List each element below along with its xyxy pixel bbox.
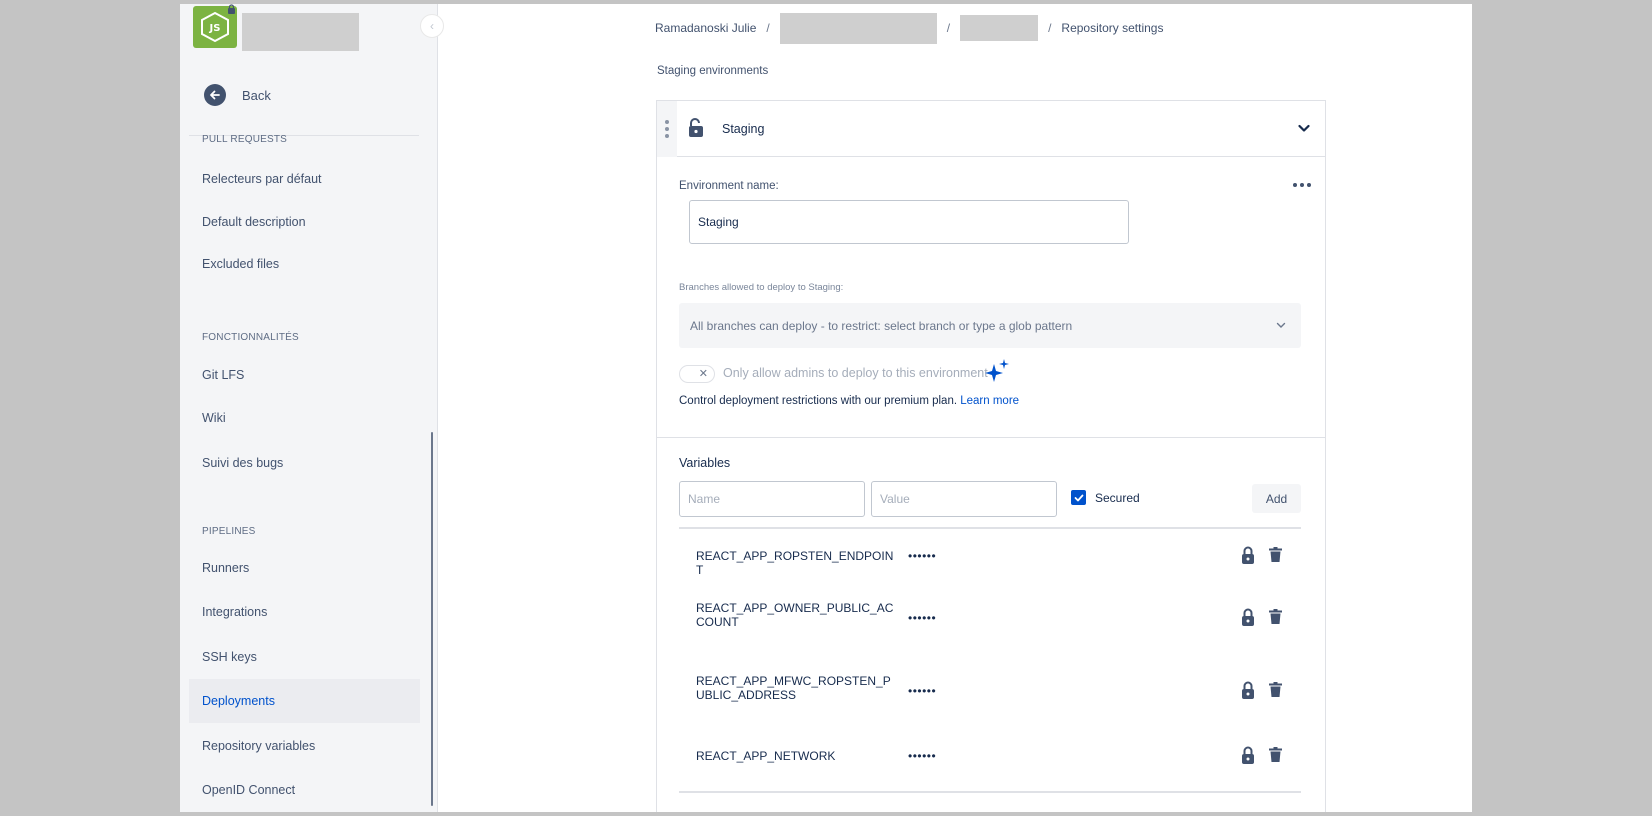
- chevron-down-icon[interactable]: [1297, 121, 1311, 140]
- private-lock-icon: [227, 4, 236, 17]
- variable-value-masked: ••••••: [908, 749, 937, 763]
- breadcrumb-current[interactable]: Repository settings: [1061, 21, 1163, 35]
- app-window: JS ‹ Back PULL REQUESTS Relecteurs par d…: [180, 4, 1472, 812]
- environment-header[interactable]: Staging: [657, 101, 1325, 157]
- environment-title: Staging: [722, 122, 765, 136]
- sidebar-item-git-lfs[interactable]: Git LFS: [189, 353, 420, 397]
- section-divider: [657, 437, 1325, 438]
- breadcrumb-owner[interactable]: Ramadanoski Julie: [655, 21, 756, 35]
- sidebar-item-default-reviewers[interactable]: Relecteurs par défaut: [189, 157, 420, 201]
- sidebar-scrollbar[interactable]: [431, 432, 433, 806]
- environment-name-input[interactable]: [689, 200, 1129, 244]
- collapse-sidebar-button[interactable]: ‹: [420, 14, 444, 38]
- breadcrumb-separator: /: [766, 20, 770, 35]
- environment-card: Staging Environment name: Branches allow…: [656, 100, 1326, 812]
- variables-title: Variables: [679, 456, 731, 470]
- sidebar-item-repository-variables[interactable]: Repository variables: [189, 724, 420, 768]
- checkmark-icon: [1074, 494, 1083, 501]
- lock-icon[interactable]: [1241, 608, 1255, 631]
- more-actions-icon[interactable]: [1293, 183, 1311, 187]
- back-button[interactable]: Back: [204, 84, 271, 106]
- trash-icon[interactable]: [1269, 609, 1282, 629]
- secured-label: Secured: [1095, 491, 1140, 505]
- variable-name: REACT_APP_MFWC_ROPSTEN_PUBLIC_ADDRESS: [696, 674, 891, 702]
- chevron-down-icon: [1275, 319, 1287, 334]
- sidebar-item-deployments[interactable]: Deployments: [189, 679, 420, 723]
- back-label: Back: [242, 87, 271, 103]
- learn-more-link[interactable]: Learn more: [960, 395, 1019, 407]
- branch-restriction-select[interactable]: All branches can deploy - to restrict: s…: [679, 303, 1301, 348]
- admins-only-toggle[interactable]: ✕: [679, 365, 715, 383]
- sidebar-item-openid-connect[interactable]: OpenID Connect: [189, 768, 420, 812]
- trash-icon[interactable]: [1269, 547, 1282, 567]
- lock-icon[interactable]: [1241, 546, 1255, 569]
- section-features: FONCTIONNALITÉS: [202, 332, 299, 343]
- lock-icon[interactable]: [1241, 681, 1255, 704]
- premium-text: Control deployment restrictions with our…: [679, 395, 958, 407]
- variable-name-input[interactable]: [679, 481, 865, 517]
- breadcrumb: Ramadanoski Julie / / / Repository setti…: [655, 11, 1163, 44]
- sidebar: JS ‹ Back PULL REQUESTS Relecteurs par d…: [180, 4, 444, 812]
- variable-value-masked: ••••••: [908, 549, 937, 563]
- premium-notice: Control deployment restrictions with our…: [679, 395, 1019, 407]
- add-variable-button[interactable]: Add: [1252, 484, 1301, 513]
- variables-bottom-divider: [679, 791, 1301, 793]
- section-pipelines: PIPELINES: [202, 526, 256, 537]
- trash-icon[interactable]: [1269, 747, 1282, 767]
- project-name-redacted: [242, 13, 359, 51]
- variable-name: REACT_APP_NETWORK: [696, 749, 836, 763]
- admins-only-label: Only allow admins to deploy to this envi…: [723, 366, 988, 380]
- sidebar-item-ssh-keys[interactable]: SSH keys: [189, 635, 420, 679]
- section-pull-requests: PULL REQUESTS: [202, 134, 288, 145]
- sidebar-item-excluded-files[interactable]: Excluded files: [189, 242, 420, 286]
- branches-label: Branches allowed to deploy to Staging:: [679, 282, 844, 293]
- environment-name-label: Environment name:: [679, 180, 779, 192]
- variable-value-input[interactable]: [871, 481, 1057, 517]
- drag-handle-icon[interactable]: [657, 101, 677, 157]
- sidebar-item-runners[interactable]: Runners: [189, 546, 420, 590]
- sidebar-item-integrations[interactable]: Integrations: [189, 590, 420, 634]
- svg-text:JS: JS: [209, 23, 221, 34]
- nodejs-logo-icon: JS: [201, 11, 229, 43]
- lock-icon[interactable]: [1241, 746, 1255, 769]
- secured-checkbox[interactable]: [1071, 490, 1086, 505]
- sidebar-item-default-description[interactable]: Default description: [189, 200, 420, 244]
- premium-sparkle-icon: [984, 358, 1010, 391]
- variable-value-masked: ••••••: [908, 684, 937, 698]
- variable-name: REACT_APP_ROPSTEN_ENDPOINT: [696, 549, 894, 577]
- breadcrumb-repository-redacted[interactable]: [960, 14, 1039, 41]
- breadcrumb-separator: /: [1048, 20, 1052, 35]
- variable-name: REACT_APP_OWNER_PUBLIC_ACCOUNT: [696, 601, 894, 629]
- variables-divider: [679, 527, 1301, 529]
- page-subtitle: Staging environments: [657, 65, 769, 77]
- breadcrumb-separator: /: [946, 20, 951, 35]
- arrow-left-icon: [204, 84, 226, 106]
- breadcrumb-workspace-redacted[interactable]: [779, 13, 937, 44]
- sidebar-item-wiki[interactable]: Wiki: [189, 396, 420, 440]
- variable-value-masked: ••••••: [908, 611, 937, 625]
- trash-icon[interactable]: [1269, 682, 1282, 702]
- sidebar-item-issue-tracker[interactable]: Suivi des bugs: [189, 441, 420, 485]
- branch-select-placeholder: All branches can deploy - to restrict: s…: [690, 318, 1073, 333]
- unlocked-lock-icon: [687, 118, 705, 143]
- toggle-off-icon: ✕: [698, 368, 708, 380]
